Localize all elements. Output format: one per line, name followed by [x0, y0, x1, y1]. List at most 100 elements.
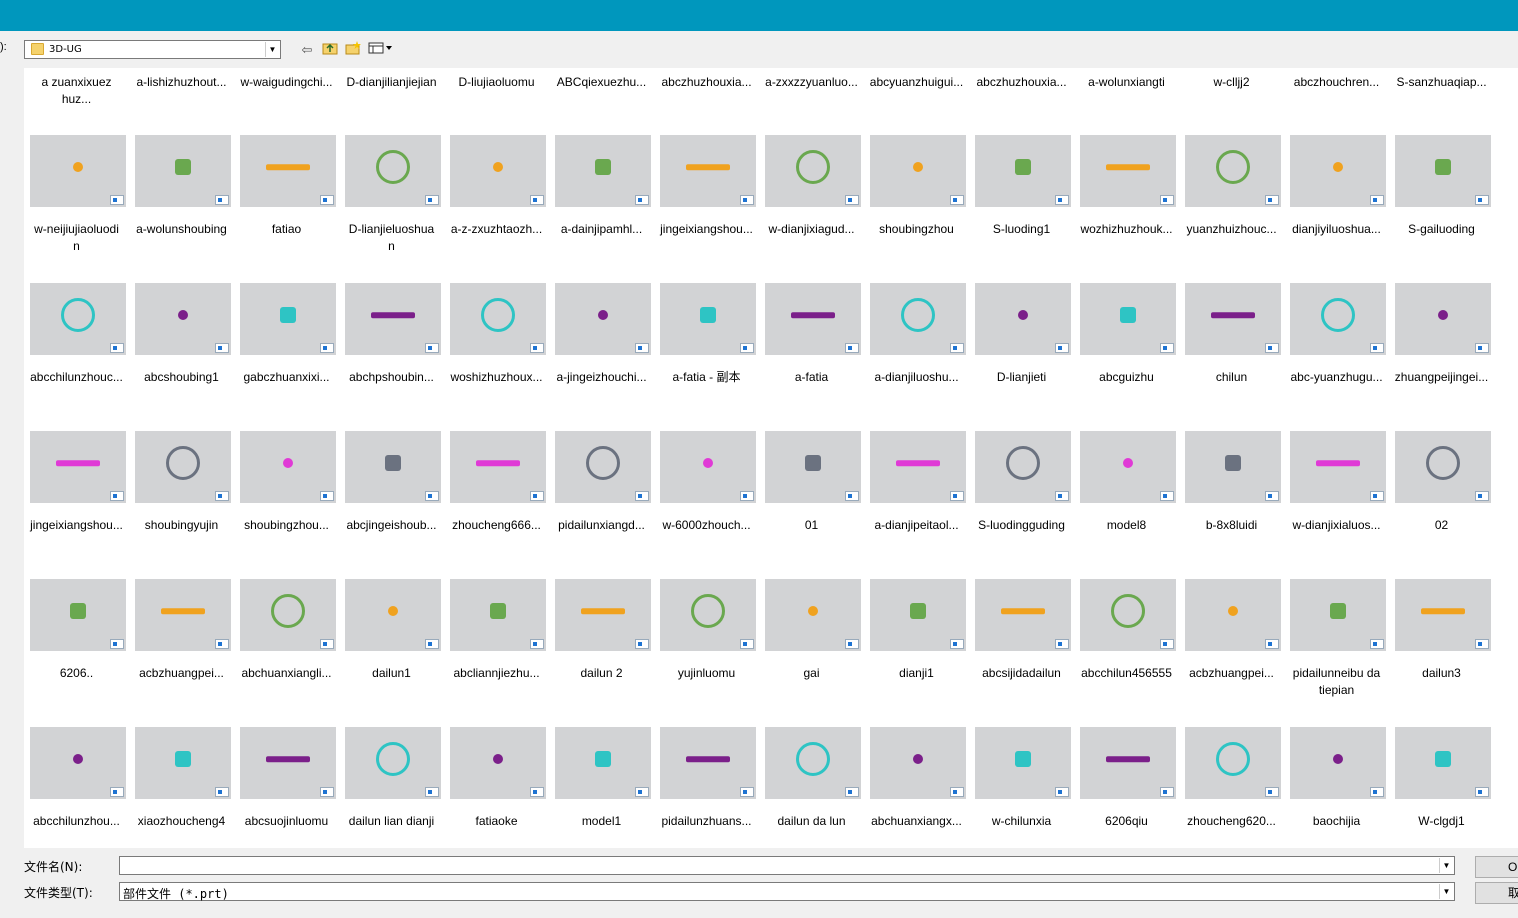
file-item[interactable]: abcchilun456555: [1074, 579, 1179, 727]
file-item[interactable]: S-luoding1: [969, 135, 1074, 283]
file-item[interactable]: zhoucheng620...: [1179, 727, 1284, 848]
file-item[interactable]: 01: [759, 431, 864, 579]
file-item[interactable]: abcshoubing1: [129, 283, 234, 431]
file-item[interactable]: shoubingzhou: [864, 135, 969, 283]
file-item[interactable]: abcsijidadailun: [969, 579, 1074, 727]
file-item[interactable]: dailun1: [339, 579, 444, 727]
file-item[interactable]: dailun lian dianji: [339, 727, 444, 848]
file-item[interactable]: model8: [1074, 431, 1179, 579]
file-item[interactable]: abchuanxiangli...: [234, 579, 339, 727]
file-item[interactable]: dailun3: [1389, 579, 1494, 727]
file-item[interactable]: a-jingeizhouchi...: [549, 283, 654, 431]
chevron-down-icon[interactable]: ▼: [1439, 858, 1453, 873]
file-item[interactable]: S-sanzhuaqiap...: [1389, 68, 1494, 128]
file-item[interactable]: pidailunneibu datiepian: [1284, 579, 1389, 727]
file-item[interactable]: dianji1: [864, 579, 969, 727]
file-item[interactable]: yuanzhuizhouc...: [1179, 135, 1284, 283]
cancel-button[interactable]: 取: [1475, 882, 1518, 904]
back-icon[interactable]: ⇦: [297, 41, 317, 59]
file-view[interactable]: a zuanxixuezhuz... a-lishizhuzhout... w-wa…: [24, 68, 1518, 848]
file-item[interactable]: w-6000zhouch...: [654, 431, 759, 579]
file-item[interactable]: w-waigudingchi...: [234, 68, 339, 128]
file-item[interactable]: w-dianjixialuos...: [1284, 431, 1389, 579]
file-item[interactable]: a-dianjiluoshu...: [864, 283, 969, 431]
file-item[interactable]: abcliannjiezhu...: [444, 579, 549, 727]
file-item[interactable]: abczhuzhouxia...: [969, 68, 1074, 128]
chevron-down-icon[interactable]: ▼: [265, 42, 279, 57]
filetype-select[interactable]: 部件文件 (*.prt) ▼: [119, 882, 1455, 901]
file-item[interactable]: D-liujiaoluomu: [444, 68, 549, 128]
file-item[interactable]: jingeixiangshou...: [654, 135, 759, 283]
file-item[interactable]: w-clljj2: [1179, 68, 1284, 128]
file-item-label: model1: [581, 814, 622, 828]
file-item[interactable]: pidailunxiangd...: [549, 431, 654, 579]
file-item[interactable]: a-wolunxiangti: [1074, 68, 1179, 128]
view-menu-icon[interactable]: [367, 41, 395, 59]
file-item[interactable]: a-fatia: [759, 283, 864, 431]
file-item[interactable]: a-dianjipeitaol...: [864, 431, 969, 579]
file-item[interactable]: dailun 2: [549, 579, 654, 727]
file-item[interactable]: abcjingeishoub...: [339, 431, 444, 579]
file-item[interactable]: D-lianjieluoshuan: [339, 135, 444, 283]
filename-input[interactable]: ▼: [119, 856, 1455, 875]
file-item[interactable]: zhoucheng666...: [444, 431, 549, 579]
file-item[interactable]: pidailunzhuans...: [654, 727, 759, 848]
file-item[interactable]: xiaozhoucheng4: [129, 727, 234, 848]
file-item[interactable]: a-wolunshoubing: [129, 135, 234, 283]
file-item[interactable]: abchpshoubin...: [339, 283, 444, 431]
file-item[interactable]: abcchilunzhouc...: [24, 283, 129, 431]
file-item[interactable]: a-fatia - 副本: [654, 283, 759, 431]
file-item[interactable]: baochijia: [1284, 727, 1389, 848]
file-item[interactable]: zhuangpeijingei...: [1389, 283, 1494, 431]
file-item[interactable]: w-dianjixiagud...: [759, 135, 864, 283]
file-item[interactable]: gabczhuanxixi...: [234, 283, 339, 431]
up-folder-icon[interactable]: [320, 41, 340, 59]
look-in-dropdown[interactable]: 3D-UG ▼: [24, 40, 281, 59]
file-item[interactable]: jingeixiangshou...: [24, 431, 129, 579]
file-item[interactable]: a-z-zxuzhtaozh...: [444, 135, 549, 283]
file-item[interactable]: yujinluomu: [654, 579, 759, 727]
file-item[interactable]: a-dainjipamhl...: [549, 135, 654, 283]
part-thumbnail: [1290, 579, 1386, 651]
file-item[interactable]: abczhuzhouxia...: [654, 68, 759, 128]
file-item[interactable]: 6206qiu: [1074, 727, 1179, 848]
file-item[interactable]: D-dianjilianjiejian: [339, 68, 444, 128]
file-item[interactable]: b-8x8luidi: [1179, 431, 1284, 579]
file-item[interactable]: fatiao: [234, 135, 339, 283]
chevron-down-icon[interactable]: ▼: [1439, 884, 1453, 899]
file-item[interactable]: wozhizhuzhouk...: [1074, 135, 1179, 283]
file-item[interactable]: abcguizhu: [1074, 283, 1179, 431]
file-item[interactable]: ABCqiexuezhu...: [549, 68, 654, 128]
file-item[interactable]: abcsuojinluomu: [234, 727, 339, 848]
file-item[interactable]: shoubingzhou...: [234, 431, 339, 579]
file-item[interactable]: shoubingyujin: [129, 431, 234, 579]
file-item[interactable]: S-gailuoding: [1389, 135, 1494, 283]
file-item[interactable]: abczhouchren...: [1284, 68, 1389, 128]
file-item[interactable]: S-luodingguding: [969, 431, 1074, 579]
file-item[interactable]: a-lishizhuzhout...: [129, 68, 234, 128]
file-item[interactable]: abchuanxiangx...: [864, 727, 969, 848]
file-item[interactable]: woshizhuzhoux...: [444, 283, 549, 431]
file-item[interactable]: w-neijiujiaoluodin: [24, 135, 129, 283]
file-item[interactable]: dailun da lun: [759, 727, 864, 848]
file-item[interactable]: fatiaoke: [444, 727, 549, 848]
ok-button[interactable]: O: [1475, 856, 1518, 878]
file-item-label: zhoucheng620...: [1187, 814, 1276, 828]
file-item[interactable]: chilun: [1179, 283, 1284, 431]
file-item[interactable]: w-chilunxia: [969, 727, 1074, 848]
file-item[interactable]: abcchilunzhou...: [24, 727, 129, 848]
file-item[interactable]: gai: [759, 579, 864, 727]
new-folder-icon[interactable]: [343, 41, 363, 59]
file-item[interactable]: abc-yuanzhugu...: [1284, 283, 1389, 431]
file-item[interactable]: abcyuanzhuigui...: [864, 68, 969, 128]
file-item[interactable]: 02: [1389, 431, 1494, 579]
file-item[interactable]: model1: [549, 727, 654, 848]
file-item[interactable]: a zuanxixuezhuz...: [24, 68, 129, 128]
file-item[interactable]: a-zxxzzyuanluo...: [759, 68, 864, 128]
file-item[interactable]: dianjiyiluoshua...: [1284, 135, 1389, 283]
file-item[interactable]: acbzhuangpei...: [1179, 579, 1284, 727]
file-item[interactable]: 6206..: [24, 579, 129, 727]
file-item[interactable]: W-clgdj1: [1389, 727, 1494, 848]
file-item[interactable]: acbzhuangpei...: [129, 579, 234, 727]
file-item[interactable]: D-lianjieti: [969, 283, 1074, 431]
